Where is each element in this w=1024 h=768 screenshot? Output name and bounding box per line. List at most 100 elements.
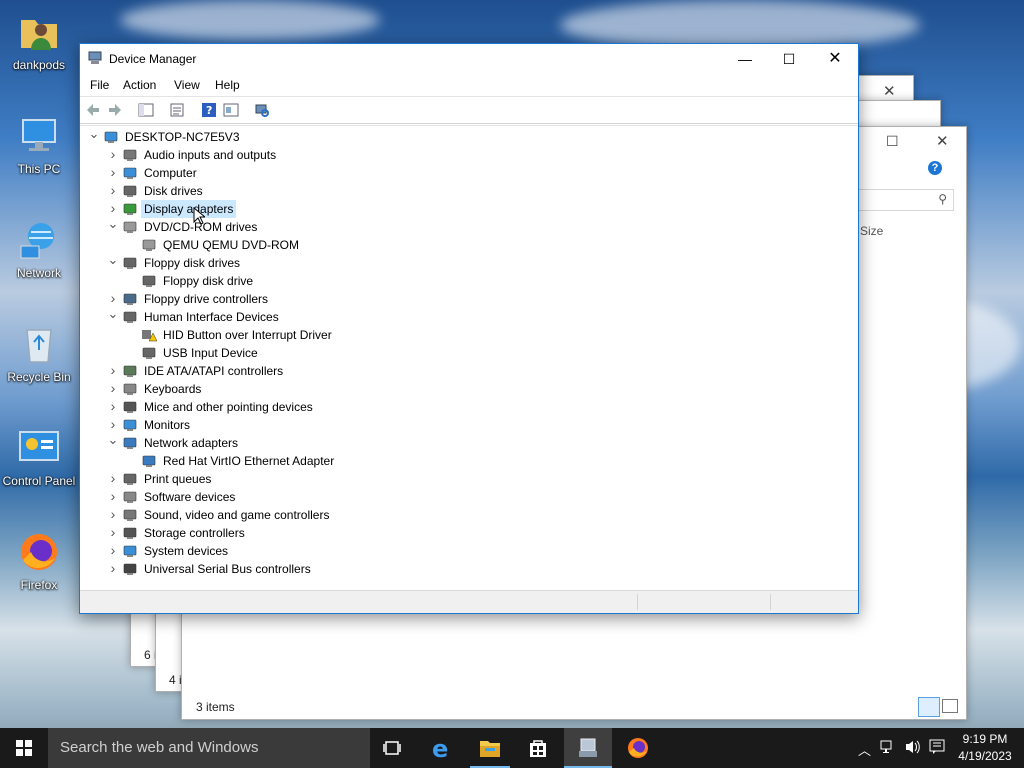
expand-chevron-icon[interactable]: › — [107, 542, 119, 559]
device-tree[interactable]: ⌄ DESKTOP-NC7E5V3 › Audio inputs and output… — [80, 125, 858, 590]
tree-item-label: USB Input Device — [163, 346, 258, 360]
printer-icon — [122, 472, 138, 486]
computer-icon — [103, 130, 119, 144]
properties-icon[interactable] — [169, 102, 185, 118]
menu-action[interactable]: Action — [123, 78, 156, 92]
maximize-icon[interactable]: ☐ — [886, 133, 899, 150]
show-hidden-icons-chevron-up-icon[interactable]: ︿ — [858, 740, 871, 759]
device-manager-window[interactable]: Device Manager — ☐ ✕ File Action View He… — [79, 43, 859, 614]
network-tray-icon[interactable] — [880, 739, 896, 758]
expand-chevron-icon[interactable]: › — [107, 488, 119, 505]
status-item-count: 3 items — [196, 700, 235, 714]
maximize-button[interactable]: ☐ — [766, 44, 812, 74]
network-adapter-icon — [141, 454, 157, 468]
tree-item-label: Human Interface Devices — [144, 310, 279, 324]
help-icon[interactable]: ? — [928, 161, 942, 175]
search-box[interactable]: ⚲ — [858, 189, 954, 211]
close-icon[interactable]: ✕ — [936, 132, 949, 150]
desktop-icon-label: Network — [16, 266, 61, 280]
forward-arrow-icon[interactable] — [107, 102, 123, 118]
expand-chevron-icon[interactable]: › — [107, 182, 119, 199]
expand-chevron-icon[interactable]: › — [107, 362, 119, 379]
taskbar-search-box[interactable]: Search the web and Windows — [48, 728, 370, 768]
taskbar-firefox[interactable] — [614, 728, 662, 768]
column-header-size[interactable]: Size — [860, 224, 883, 238]
expand-chevron-icon[interactable]: › — [107, 380, 119, 397]
start-button[interactable] — [0, 728, 48, 768]
action-center-icon[interactable] — [929, 739, 945, 758]
menu-bar: File Action View Help — [80, 74, 858, 96]
status-item-count: 4 i — [169, 673, 182, 687]
tree-item-label: Storage controllers — [144, 526, 245, 540]
menu-view[interactable]: View — [174, 78, 200, 92]
desktop-icon-this-pc[interactable]: This PC — [2, 114, 76, 176]
volume-icon[interactable] — [904, 739, 922, 758]
close-icon[interactable]: ✕ — [883, 82, 896, 100]
desktop-icon-dankpods[interactable]: dankpods — [2, 10, 76, 72]
wallpaper-cloud — [120, 0, 380, 40]
status-divider — [637, 594, 638, 610]
speaker-icon — [122, 148, 138, 162]
taskbar: Search the web and Windows e ︿ 9:19 PM 4… — [0, 728, 1024, 768]
collapse-chevron-icon[interactable]: ⌄ — [88, 127, 100, 140]
expand-chevron-icon[interactable]: › — [107, 146, 119, 163]
taskbar-store[interactable] — [514, 728, 562, 768]
tree-item-label: Sound, video and game controllers — [144, 508, 330, 522]
back-arrow-icon[interactable] — [85, 102, 101, 118]
taskbar-file-explorer[interactable] — [466, 728, 514, 768]
collapse-chevron-icon[interactable]: ⌄ — [107, 433, 119, 446]
expand-chevron-icon[interactable]: › — [107, 560, 119, 577]
expand-chevron-icon[interactable]: › — [107, 398, 119, 415]
desktop-icon-recycle-bin[interactable]: Recycle Bin — [2, 322, 76, 384]
speaker-icon — [122, 508, 138, 522]
task-view-button[interactable] — [368, 728, 416, 768]
tree-item-label: IDE ATA/ATAPI controllers — [144, 364, 284, 378]
clock[interactable]: 9:19 PM 4/19/2023 — [952, 731, 1018, 765]
desktop-icon-firefox[interactable]: Firefox — [2, 530, 76, 592]
expand-chevron-icon[interactable]: › — [107, 164, 119, 181]
windows-logo-icon — [16, 740, 32, 756]
computer-icon — [122, 166, 138, 180]
details-view-icon[interactable] — [918, 697, 940, 717]
monitor-icon — [122, 418, 138, 432]
close-button[interactable]: ✕ — [812, 44, 858, 74]
clock-time: 9:19 PM — [962, 732, 1008, 746]
expand-chevron-icon[interactable]: › — [107, 470, 119, 487]
desktop-icon-label: Firefox — [20, 578, 58, 592]
expand-chevron-icon[interactable]: › — [107, 506, 119, 523]
taskbar-edge[interactable]: e — [418, 728, 466, 768]
edge-icon: e — [432, 736, 448, 760]
tree-item-label: Universal Serial Bus controllers — [144, 562, 311, 576]
large-icons-view-icon[interactable] — [942, 699, 958, 713]
expand-chevron-icon[interactable]: › — [107, 200, 119, 217]
software-device-icon — [122, 490, 138, 504]
collapse-chevron-icon[interactable]: ⌄ — [107, 217, 119, 230]
expand-chevron-icon[interactable]: › — [107, 416, 119, 433]
scan-for-hardware-changes-icon[interactable] — [254, 102, 270, 118]
status-divider — [770, 594, 771, 610]
minimize-button[interactable]: — — [722, 44, 768, 74]
usb-icon — [122, 562, 138, 576]
help-icon[interactable]: ? — [201, 102, 217, 118]
desktop-icon-control-panel[interactable]: Control Panel — [2, 426, 76, 488]
desktop-icon-network[interactable]: Network — [2, 218, 76, 280]
expand-chevron-icon[interactable]: › — [107, 524, 119, 541]
expand-chevron-icon[interactable]: › — [107, 290, 119, 307]
menu-help[interactable]: Help — [215, 78, 240, 92]
tree-item-label: Display adapters — [141, 200, 237, 218]
store-icon — [530, 740, 546, 757]
tree-item-label: QEMU QEMU DVD-ROM — [163, 238, 299, 252]
collapse-chevron-icon[interactable]: ⌄ — [107, 253, 119, 266]
menu-file[interactable]: File — [90, 78, 109, 92]
taskbar-device-manager[interactable] — [564, 728, 612, 768]
display-adapter-icon — [122, 202, 138, 216]
show-hide-console-tree-icon[interactable] — [138, 102, 154, 118]
tree-item-label: Software devices — [144, 490, 236, 504]
title-bar[interactable]: Device Manager — ☐ ✕ — [80, 44, 858, 74]
status-bar — [80, 590, 858, 613]
file-explorer-icon — [480, 741, 500, 757]
user-folder-icon — [17, 10, 61, 54]
floppy-drive-icon — [141, 274, 157, 288]
collapse-chevron-icon[interactable]: ⌄ — [107, 307, 119, 320]
show-hidden-devices-icon[interactable] — [223, 102, 239, 118]
